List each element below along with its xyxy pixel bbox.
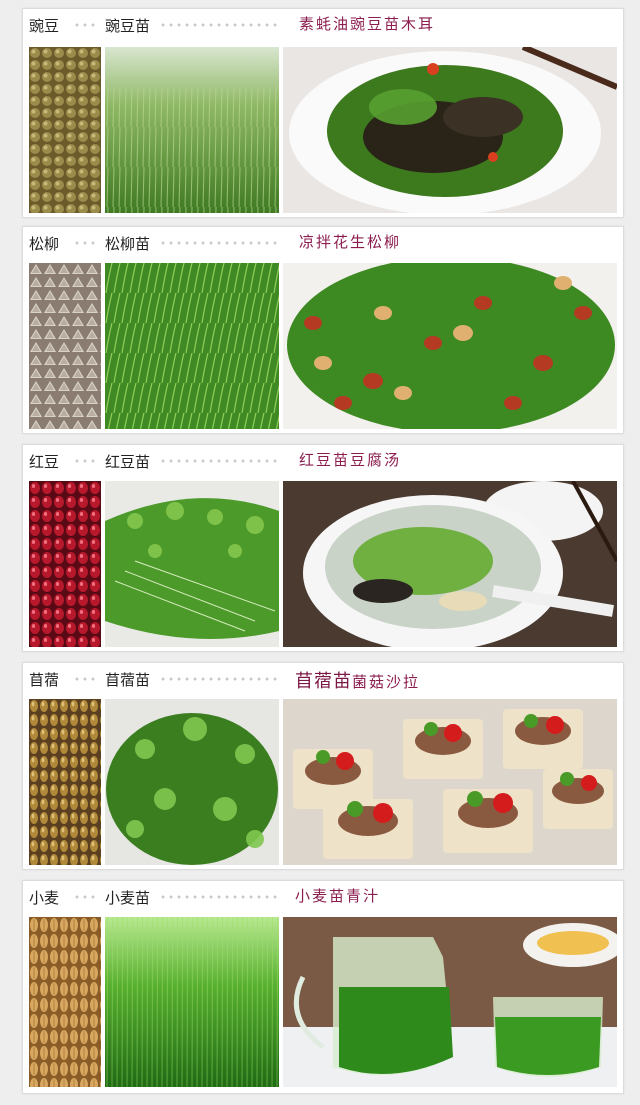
seed-label: 红豆 <box>29 453 60 471</box>
dish-title: 小麦苗青汁 <box>295 887 381 905</box>
pea-dish-photo <box>283 47 617 213</box>
dish-title: 凉拌花生松柳 <box>299 233 402 251</box>
pea-seeds-photo <box>29 47 101 213</box>
row-red-bean: 红豆 红豆苗 红豆苗豆腐汤 <box>22 444 624 652</box>
wheatgrass-photo <box>105 917 279 1087</box>
pea-sprouts-photo <box>105 47 279 213</box>
dish-title: 素蚝油豌豆苗木耳 <box>299 15 436 33</box>
dot-leader <box>73 677 99 681</box>
sprout-label: 小麦苗 <box>105 889 151 907</box>
mushroom-salad-photo <box>283 699 617 865</box>
sprout-label: 豌豆苗 <box>105 17 151 35</box>
red-bean-seeds-photo <box>29 481 101 647</box>
wheatgrass-juice-photo <box>283 917 617 1087</box>
dot-leader <box>159 677 279 681</box>
dot-leader <box>159 23 279 27</box>
wheat-seeds-photo <box>29 917 101 1087</box>
tofu-soup-photo <box>283 481 617 647</box>
seed-label: 小麦 <box>29 889 60 907</box>
dish-title: 红豆苗豆腐汤 <box>299 451 402 469</box>
dot-leader <box>159 459 279 463</box>
peanut-salad-photo <box>283 263 617 429</box>
red-bean-sprouts-photo <box>105 481 279 647</box>
dot-leader <box>73 895 99 899</box>
dot-leader <box>159 895 279 899</box>
sprout-label: 松柳苗 <box>105 235 151 253</box>
dot-leader <box>73 241 99 245</box>
seed-label: 松柳 <box>29 235 60 253</box>
dot-leader <box>73 23 99 27</box>
dot-leader <box>159 241 279 245</box>
row-buckwheat: 松柳 松柳苗 凉拌花生松柳 <box>22 226 624 434</box>
seed-label: 苜蓿 <box>29 671 60 689</box>
sprout-label: 红豆苗 <box>105 453 151 471</box>
sprout-label: 苜蓿苗 <box>105 671 151 689</box>
row-pea: 豌豆 豌豆苗 素蚝油豌豆苗木耳 <box>22 8 624 218</box>
dot-leader <box>73 459 99 463</box>
buckwheat-sprouts-photo <box>105 263 279 429</box>
alfalfa-seeds-photo <box>29 699 101 865</box>
row-alfalfa: 苜蓿 苜蓿苗 苜蓿苗菌菇沙拉 <box>22 662 624 870</box>
buckwheat-seeds-photo <box>29 263 101 429</box>
alfalfa-sprouts-photo <box>105 699 279 865</box>
seed-label: 豌豆 <box>29 17 60 35</box>
dish-title: 苜蓿苗菌菇沙拉 <box>295 671 421 692</box>
row-wheat: 小麦 小麦苗 小麦苗青汁 <box>22 880 624 1094</box>
